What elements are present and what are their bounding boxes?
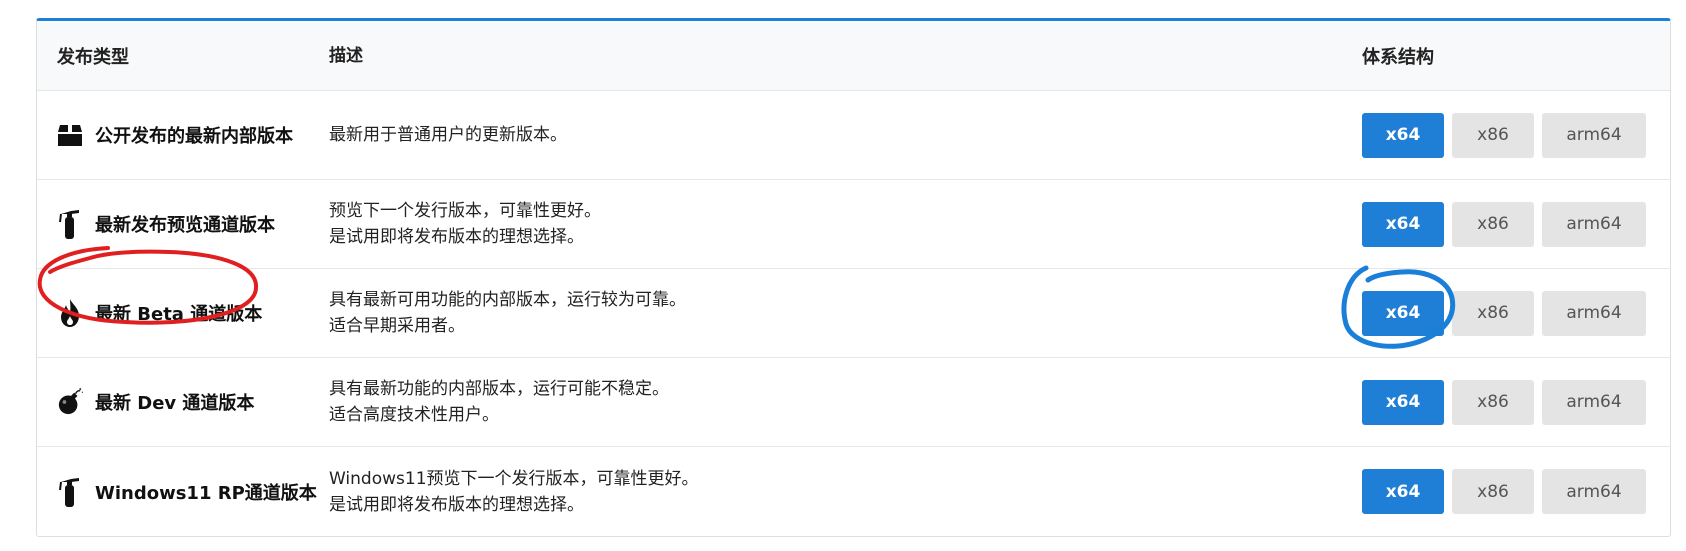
- x86-button[interactable]: x86: [1452, 201, 1534, 247]
- x64-button[interactable]: x64: [1362, 290, 1444, 336]
- header-desc: 描述: [329, 45, 363, 66]
- release-type-label: 最新发布预览通道版本: [95, 215, 275, 236]
- fire-extinguisher-icon: [57, 209, 83, 239]
- bomb-icon: [57, 387, 83, 417]
- table-row: 最新发布预览通道版本 预览下一个发行版本，可靠性更好。 是试用即将发布版本的理想…: [37, 180, 1670, 269]
- fire-icon: [57, 298, 83, 328]
- x86-button[interactable]: x86: [1452, 290, 1534, 336]
- arch-buttons: x64 x86 arm64: [1362, 379, 1670, 425]
- arm64-button[interactable]: arm64: [1542, 290, 1646, 336]
- header-type: 发布类型: [57, 46, 129, 68]
- x64-button[interactable]: x64: [1362, 379, 1444, 425]
- release-type-label: 最新 Beta 通道版本: [95, 304, 263, 325]
- release-description: 具有最新可用功能的内部版本，运行较为可靠。 适合早期采用者。: [329, 290, 686, 336]
- table-row: 最新 Beta 通道版本 具有最新可用功能的内部版本，运行较为可靠。 适合早期采…: [37, 269, 1670, 358]
- release-table: 发布类型 描述 体系结构 公开发布的最新内部版本 最新用于普通用户的更新版本。: [36, 18, 1671, 537]
- x86-button[interactable]: x86: [1452, 469, 1534, 514]
- arch-buttons: x64 x86 arm64: [1362, 112, 1670, 158]
- table-header: 发布类型 描述 体系结构: [37, 21, 1670, 91]
- table-row: 公开发布的最新内部版本 最新用于普通用户的更新版本。 x64 x86 arm64: [37, 91, 1670, 180]
- arm64-button[interactable]: arm64: [1542, 469, 1646, 514]
- release-type-label: 最新 Dev 通道版本: [95, 393, 255, 414]
- release-description: 具有最新功能的内部版本，运行可能不稳定。 适合高度技术性用户。: [329, 379, 669, 425]
- x86-button[interactable]: x86: [1452, 112, 1534, 158]
- arch-buttons: x64 x86 arm64: [1362, 201, 1670, 247]
- release-type-label: 公开发布的最新内部版本: [95, 126, 293, 147]
- table-row: 最新 Dev 通道版本 具有最新功能的内部版本，运行可能不稳定。 适合高度技术性…: [37, 358, 1670, 447]
- arm64-button[interactable]: arm64: [1542, 379, 1646, 425]
- release-description: 最新用于普通用户的更新版本。: [329, 125, 567, 145]
- arch-buttons: x64 x86 arm64: [1362, 469, 1670, 514]
- x64-button[interactable]: x64: [1362, 469, 1444, 514]
- arm64-button[interactable]: arm64: [1542, 112, 1646, 158]
- package-icon: [57, 120, 83, 150]
- table-row: Windows11 RP通道版本 Windows11预览下一个发行版本，可靠性更…: [37, 447, 1670, 536]
- x64-button[interactable]: x64: [1362, 112, 1444, 158]
- x86-button[interactable]: x86: [1452, 379, 1534, 425]
- header-arch: 体系结构: [1362, 46, 1434, 68]
- arch-buttons: x64 x86 arm64: [1362, 290, 1670, 336]
- release-description: 预览下一个发行版本，可靠性更好。 是试用即将发布版本的理想选择。: [329, 201, 601, 247]
- fire-extinguisher-icon: [57, 477, 83, 507]
- release-type-label: Windows11 RP通道版本: [95, 482, 317, 504]
- page: 发布类型 描述 体系结构 公开发布的最新内部版本 最新用于普通用户的更新版本。: [0, 0, 1686, 551]
- arm64-button[interactable]: arm64: [1542, 201, 1646, 247]
- release-description: Windows11预览下一个发行版本，可靠性更好。 是试用即将发布版本的理想选择…: [329, 468, 699, 515]
- x64-button[interactable]: x64: [1362, 201, 1444, 247]
